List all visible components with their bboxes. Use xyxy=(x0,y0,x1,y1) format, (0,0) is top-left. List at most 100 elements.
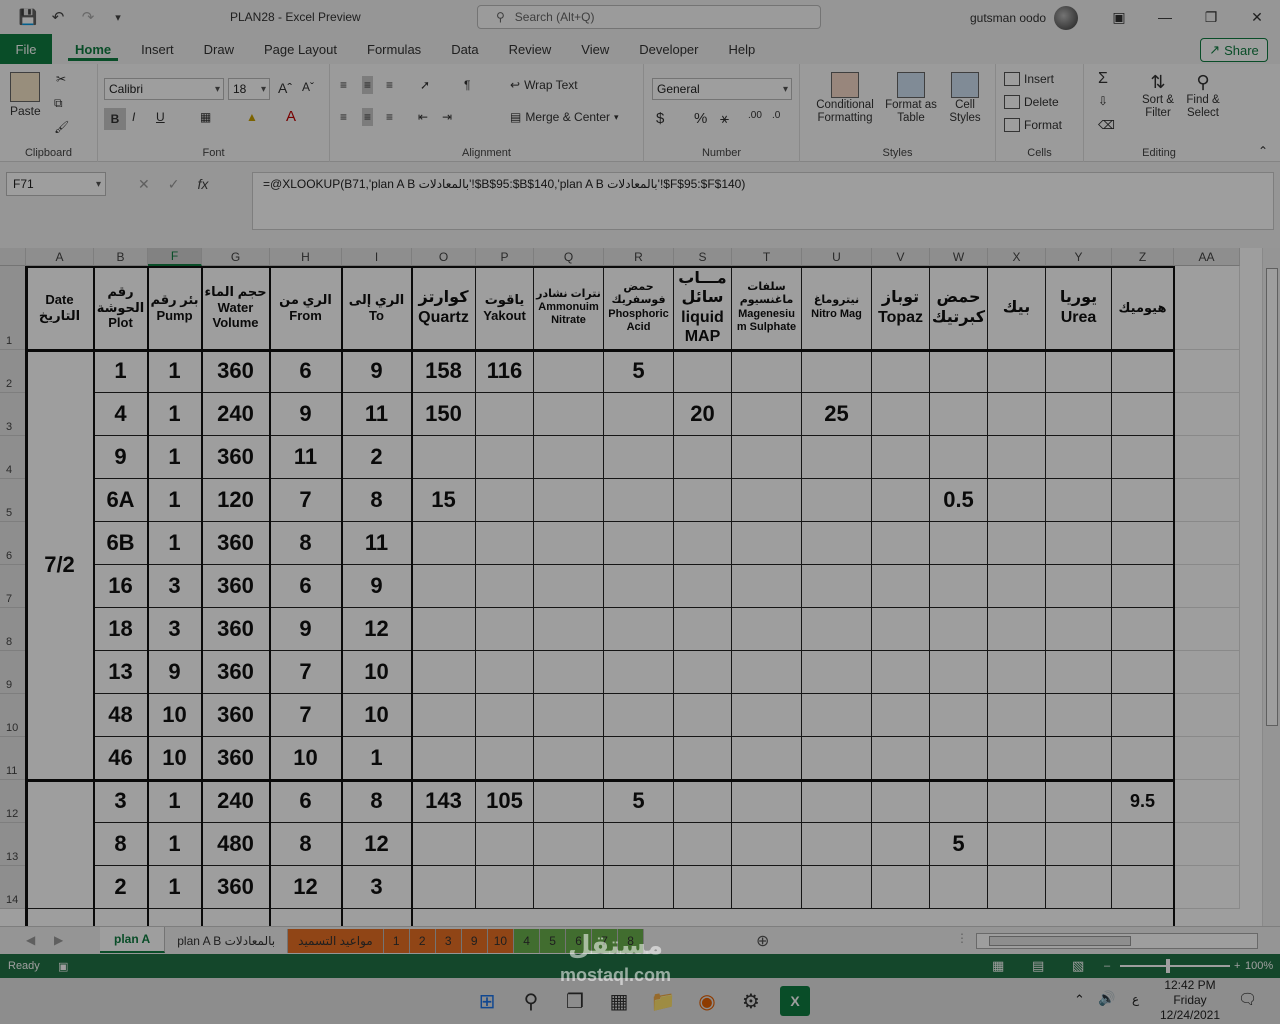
table-cell[interactable] xyxy=(872,479,930,522)
table-cell[interactable] xyxy=(930,780,988,823)
table-cell[interactable] xyxy=(476,522,534,565)
tab-formulas[interactable]: Formulas xyxy=(352,34,436,64)
table-cell[interactable] xyxy=(988,651,1046,694)
sheet-tab[interactable]: مواعيد التسميد xyxy=(288,929,384,953)
table-cell[interactable] xyxy=(534,522,604,565)
align-left-icon[interactable]: ≡ xyxy=(340,110,347,124)
ribbon-display-icon[interactable]: ▣ xyxy=(1096,0,1142,34)
table-cell[interactable] xyxy=(930,608,988,651)
table-cell[interactable] xyxy=(732,823,802,866)
fill-color-icon[interactable]: ▲ xyxy=(246,110,258,124)
table-cell[interactable] xyxy=(1046,780,1112,823)
taskbar-search-icon[interactable]: ⚲ xyxy=(516,986,546,1016)
date-group-cell[interactable] xyxy=(26,780,94,909)
table-cell[interactable] xyxy=(732,350,802,393)
table-cell[interactable] xyxy=(872,823,930,866)
table-cell[interactable]: 2 xyxy=(94,866,148,909)
table-cell[interactable] xyxy=(412,823,476,866)
table-cell[interactable] xyxy=(1046,479,1112,522)
table-cell[interactable]: 360 xyxy=(202,436,270,479)
column-header-i[interactable]: I xyxy=(342,248,412,266)
header-cell-i[interactable]: الري إلى To xyxy=(342,266,412,350)
column-header-r[interactable]: R xyxy=(604,248,674,266)
sheet-tab[interactable]: 10 xyxy=(487,929,515,953)
row-header[interactable]: 11 xyxy=(0,737,26,780)
table-cell[interactable] xyxy=(604,479,674,522)
copy-icon[interactable]: ⧉ xyxy=(54,96,63,111)
table-cell[interactable] xyxy=(802,565,872,608)
table-cell[interactable] xyxy=(1174,522,1240,565)
table-cell[interactable] xyxy=(476,823,534,866)
table-cell[interactable]: 1 xyxy=(148,522,202,565)
column-header-u[interactable]: U xyxy=(802,248,872,266)
table-cell[interactable] xyxy=(1046,393,1112,436)
row-header[interactable]: 3 xyxy=(0,393,26,436)
wrap-text-button[interactable]: ↩ Wrap Text xyxy=(510,78,578,92)
table-cell[interactable]: 1 xyxy=(342,737,412,780)
table-cell[interactable] xyxy=(988,479,1046,522)
table-cell[interactable] xyxy=(674,522,732,565)
table-cell[interactable]: 10 xyxy=(148,737,202,780)
header-cell-q[interactable]: نترات نشادر Ammonuim Nitrate xyxy=(534,266,604,350)
tab-developer[interactable]: Developer xyxy=(624,34,713,64)
table-cell[interactable]: 9 xyxy=(270,608,342,651)
zoom-slider[interactable] xyxy=(1120,959,1230,973)
table-cell[interactable] xyxy=(476,479,534,522)
table-cell[interactable]: 0.5 xyxy=(930,479,988,522)
tab-view[interactable]: View xyxy=(566,34,624,64)
table-cell[interactable] xyxy=(534,780,604,823)
table-cell[interactable]: 120 xyxy=(202,479,270,522)
table-cell[interactable]: 360 xyxy=(202,350,270,393)
header-cell-s[interactable]: مـــاب سائل liquid MAP xyxy=(674,266,732,350)
cancel-icon[interactable]: ✕ xyxy=(138,176,150,193)
close-icon[interactable]: ✕ xyxy=(1234,0,1280,34)
table-cell[interactable]: 1 xyxy=(148,780,202,823)
table-cell[interactable] xyxy=(732,479,802,522)
table-cell[interactable] xyxy=(1112,608,1174,651)
table-cell[interactable] xyxy=(476,393,534,436)
table-cell[interactable] xyxy=(412,737,476,780)
table-cell[interactable] xyxy=(534,651,604,694)
table-cell[interactable]: 8 xyxy=(94,823,148,866)
table-cell[interactable] xyxy=(732,780,802,823)
format-painter-icon[interactable]: 🖌 xyxy=(54,120,69,134)
decrease-font-icon[interactable]: Aˇ xyxy=(302,80,314,94)
header-cell-z[interactable]: هيوميك xyxy=(1112,266,1174,350)
tab-draw[interactable]: Draw xyxy=(189,34,249,64)
table-cell[interactable] xyxy=(476,565,534,608)
sheet-tab[interactable]: 3 xyxy=(435,929,462,953)
table-cell[interactable] xyxy=(412,522,476,565)
table-cell[interactable] xyxy=(1112,393,1174,436)
account-area[interactable]: gutsman oodo xyxy=(970,6,1079,30)
borders-icon[interactable]: ▦ xyxy=(200,110,211,124)
zoom-level[interactable]: 100% xyxy=(1245,960,1273,972)
table-cell[interactable]: 360 xyxy=(202,565,270,608)
table-cell[interactable]: 1 xyxy=(148,350,202,393)
table-cell[interactable] xyxy=(674,479,732,522)
column-header-p[interactable]: P xyxy=(476,248,534,266)
customize-qat-icon[interactable]: ▾ xyxy=(108,7,128,27)
table-cell[interactable] xyxy=(1174,393,1240,436)
table-cell[interactable]: 240 xyxy=(202,393,270,436)
cell-styles-button[interactable]: Cell Styles xyxy=(940,72,990,124)
currency-icon[interactable]: $ xyxy=(656,110,664,127)
accessibility-icon[interactable]: ▣ xyxy=(58,960,68,973)
sheet-tab[interactable]: 2 xyxy=(409,929,436,953)
horizontal-scrollbar[interactable] xyxy=(976,933,1258,949)
table-cell[interactable] xyxy=(802,823,872,866)
row-header[interactable]: 9 xyxy=(0,651,26,694)
table-cell[interactable] xyxy=(604,436,674,479)
page-break-view-icon[interactable]: ▧ xyxy=(1072,958,1084,974)
table-cell[interactable] xyxy=(732,651,802,694)
table-cell[interactable] xyxy=(988,737,1046,780)
row-header[interactable]: 12 xyxy=(0,780,26,823)
table-cell[interactable] xyxy=(604,737,674,780)
increase-font-icon[interactable]: Aˆ xyxy=(278,80,292,96)
sheet-tab[interactable]: 9 xyxy=(461,929,488,953)
font-size-dropdown[interactable]: 18 xyxy=(228,78,270,100)
tab-review[interactable]: Review xyxy=(494,34,567,64)
table-cell[interactable]: 360 xyxy=(202,522,270,565)
table-cell[interactable] xyxy=(930,436,988,479)
tab-file[interactable]: File xyxy=(0,34,52,64)
orientation-icon[interactable]: ➚ xyxy=(420,78,430,92)
